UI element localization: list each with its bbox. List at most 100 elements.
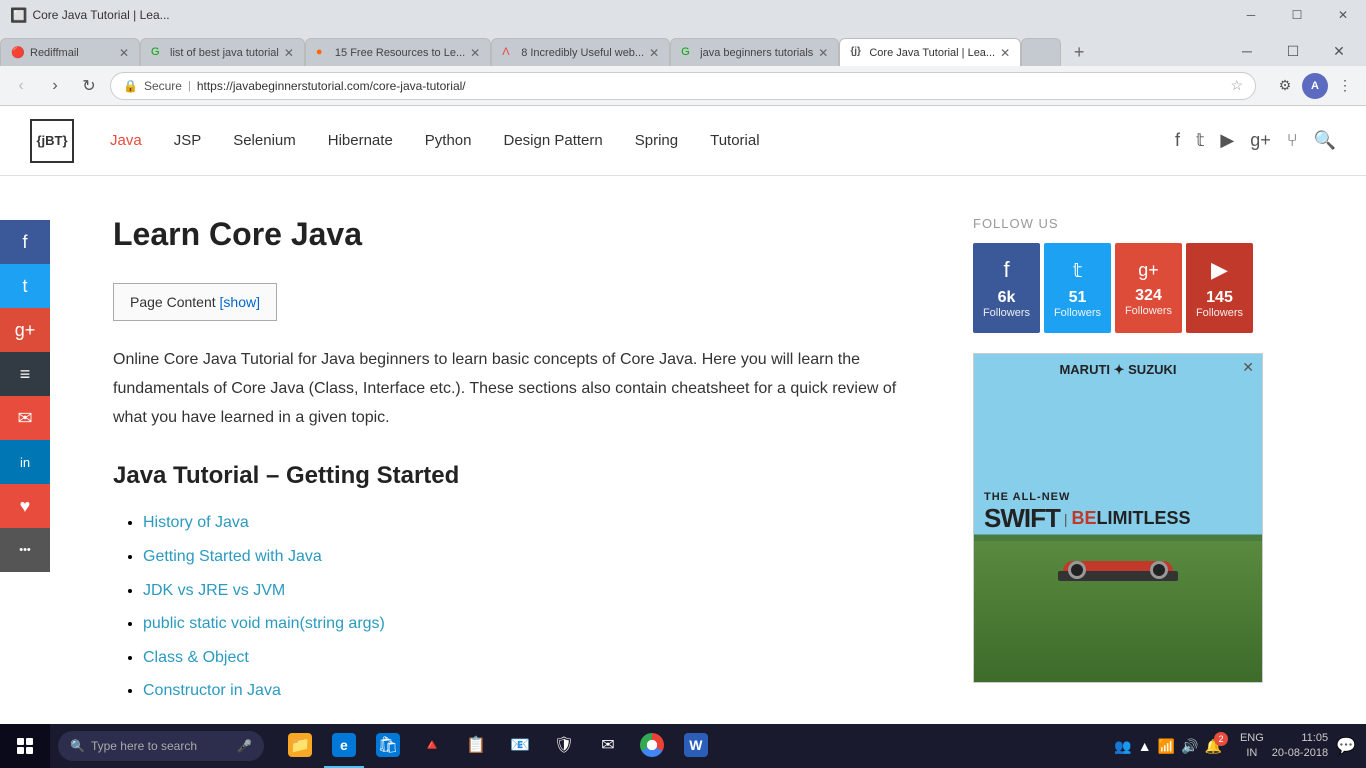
taskbar-time-display[interactable]: ENG IN 11:05 20-08-2018 💬 bbox=[1230, 731, 1366, 762]
microphone-icon[interactable]: 🎤 bbox=[237, 739, 252, 753]
site-header: {jBT} Java JSP Selenium Hibernate Python… bbox=[0, 106, 1366, 176]
link-history-java[interactable]: History of Java bbox=[143, 514, 249, 531]
social-facebook-btn[interactable]: f bbox=[0, 220, 50, 264]
tab-java-beginners[interactable]: G java beginners tutorials ✕ bbox=[670, 38, 839, 66]
refresh-button[interactable]: ↻ bbox=[76, 73, 102, 99]
notification-bell[interactable]: 🔔 2 bbox=[1205, 738, 1222, 755]
content-area: Learn Core Java Page Content [show] Onli… bbox=[113, 216, 933, 724]
url-text[interactable]: https://javabeginnerstutorial.com/core-j… bbox=[197, 79, 1225, 93]
social-mail-btn[interactable]: ✉ bbox=[0, 396, 50, 440]
header-github-icon[interactable]: ⑂ bbox=[1287, 130, 1298, 151]
tab-close-java-list[interactable]: ✕ bbox=[284, 46, 294, 60]
ad-box[interactable]: MARUTI ✦ SUZUKI ✕ THE ALL-NEW SWIFT | BE… bbox=[973, 353, 1263, 683]
address-box[interactable]: 🔒 Secure | https://javabeginnerstutorial… bbox=[110, 72, 1256, 100]
bookmark-icon[interactable]: ☆ bbox=[1230, 77, 1243, 94]
new-tab-button[interactable]: + bbox=[1065, 38, 1093, 66]
taskbar-app-word[interactable]: W bbox=[676, 724, 716, 768]
people-icon[interactable]: 👥 bbox=[1114, 738, 1131, 755]
ad-close-icon[interactable]: ✕ bbox=[1242, 359, 1254, 376]
tab-java-list[interactable]: G list of best java tutorial ✕ bbox=[140, 38, 305, 66]
taskbar-app-office[interactable]: 📋 bbox=[456, 724, 496, 768]
taskbar-system-icons: 👥 ▲ 📶 🔊 🔔 2 bbox=[1106, 738, 1230, 755]
maximize-button[interactable]: ☐ bbox=[1274, 0, 1320, 30]
up-arrow-icon[interactable]: ▲ bbox=[1138, 738, 1152, 754]
browser-maximize[interactable]: ☐ bbox=[1270, 36, 1316, 66]
follow-card-facebook[interactable]: f 6k Followers bbox=[973, 243, 1040, 333]
close-button[interactable]: ✕ bbox=[1320, 0, 1366, 30]
social-follow-grid: f 6k Followers 𝕥 51 Followers g+ 324 Fol… bbox=[973, 243, 1253, 333]
profile-button[interactable]: A bbox=[1302, 73, 1328, 99]
menu-button[interactable]: ⋮ bbox=[1332, 73, 1358, 99]
nav-tutorial[interactable]: Tutorial bbox=[694, 106, 775, 176]
link-getting-started[interactable]: Getting Started with Java bbox=[143, 548, 322, 565]
nav-java[interactable]: Java bbox=[94, 106, 158, 176]
extensions-button[interactable]: ⚙ bbox=[1272, 73, 1298, 99]
nav-spring[interactable]: Spring bbox=[619, 106, 694, 176]
social-googleplus-btn[interactable]: g+ bbox=[0, 308, 50, 352]
start-button[interactable] bbox=[0, 724, 50, 768]
mail-icon: ✉ bbox=[596, 733, 620, 757]
header-search-icon[interactable]: 🔍 bbox=[1314, 130, 1336, 151]
nav-hibernate[interactable]: Hibernate bbox=[312, 106, 409, 176]
notification-count: 2 bbox=[1214, 732, 1228, 746]
minimize-button[interactable]: ─ bbox=[1228, 0, 1274, 30]
link-class-object[interactable]: Class & Object bbox=[143, 649, 249, 666]
social-buffer-btn[interactable]: ≡ bbox=[0, 352, 50, 396]
forward-button[interactable]: › bbox=[42, 73, 68, 99]
tab-favicon-core-java: {j} bbox=[850, 46, 864, 60]
social-more-btn[interactable]: ••• bbox=[0, 528, 50, 572]
header-googleplus-icon[interactable]: g+ bbox=[1250, 130, 1271, 151]
nav-python[interactable]: Python bbox=[409, 106, 488, 176]
tab-close-rediffmail[interactable]: ✕ bbox=[119, 46, 129, 60]
taskbar-search-input[interactable] bbox=[91, 739, 231, 753]
browser-actions: ⚙ A ⋮ bbox=[1272, 73, 1358, 99]
taskbar-search[interactable]: 🔍 🎤 bbox=[58, 731, 264, 761]
taskbar-app-edge[interactable]: e bbox=[324, 724, 364, 768]
taskbar-app-chrome[interactable]: ● bbox=[632, 724, 672, 768]
browser-close[interactable]: ✕ bbox=[1316, 36, 1362, 66]
follow-card-twitter[interactable]: 𝕥 51 Followers bbox=[1044, 243, 1111, 333]
link-jdk-jre-jvm[interactable]: JDK vs JRE vs JVM bbox=[143, 582, 285, 599]
taskbar-app-store[interactable]: 🛍 bbox=[368, 724, 408, 768]
taskbar-app-file-explorer[interactable]: 📁 bbox=[280, 724, 320, 768]
action-center-icon[interactable]: 💬 bbox=[1336, 736, 1356, 756]
tab-close-java-beginners[interactable]: ✕ bbox=[818, 46, 828, 60]
header-facebook-icon[interactable]: f bbox=[1175, 130, 1180, 151]
nav-design-pattern[interactable]: Design Pattern bbox=[488, 106, 619, 176]
link-constructor[interactable]: Constructor in Java bbox=[143, 682, 281, 699]
header-youtube-icon[interactable]: ▶ bbox=[1220, 130, 1234, 151]
tab-close-15-free[interactable]: ✕ bbox=[470, 46, 480, 60]
link-psvm[interactable]: public static void main(string args) bbox=[143, 615, 385, 632]
tab-title-rediffmail: Rediffmail bbox=[30, 47, 114, 59]
follow-card-youtube[interactable]: ▶ 145 Followers bbox=[1186, 243, 1253, 333]
tab-favicon-java-list: G bbox=[151, 46, 165, 60]
tab-core-java[interactable]: {j} Core Java Tutorial | Lea... ✕ bbox=[839, 38, 1021, 66]
taskbar-app-malware[interactable]: 🛡 bbox=[544, 724, 584, 768]
social-twitter-btn[interactable]: t bbox=[0, 264, 50, 308]
window-controls[interactable]: ─ ☐ ✕ bbox=[1228, 0, 1366, 30]
social-linkedin-btn[interactable]: in bbox=[0, 440, 50, 484]
header-twitter-icon[interactable]: 𝕥 bbox=[1196, 130, 1204, 151]
tab-15-free[interactable]: ● 15 Free Resources to Le... ✕ bbox=[305, 38, 491, 66]
taskbar-app-vlc[interactable]: 🔺 bbox=[412, 724, 452, 768]
nav-selenium[interactable]: Selenium bbox=[217, 106, 312, 176]
sound-icon[interactable]: 🔊 bbox=[1181, 738, 1198, 755]
toc-show-link[interactable]: [show] bbox=[220, 294, 260, 310]
facebook-icon: f bbox=[1003, 257, 1009, 283]
tab-title-15-free: 15 Free Resources to Le... bbox=[335, 47, 465, 59]
tab-close-core-java[interactable]: ✕ bbox=[1000, 46, 1010, 60]
nav-jsp[interactable]: JSP bbox=[158, 106, 218, 176]
back-button[interactable]: ‹ bbox=[8, 73, 34, 99]
tab-8-useful[interactable]: Λ 8 Incredibly Useful web... ✕ bbox=[491, 38, 670, 66]
browser-minimize[interactable]: ─ bbox=[1224, 36, 1270, 66]
youtube-count: 145 bbox=[1206, 289, 1233, 307]
follow-card-googleplus[interactable]: g+ 324 Followers bbox=[1115, 243, 1182, 333]
social-heart-btn[interactable]: ♥ bbox=[0, 484, 50, 528]
tab-rediffmail[interactable]: 🔴 Rediffmail ✕ bbox=[0, 38, 140, 66]
taskbar-app-mail[interactable]: ✉ bbox=[588, 724, 628, 768]
tab-empty[interactable] bbox=[1021, 38, 1061, 66]
taskbar-app-outlook[interactable]: 📧 bbox=[500, 724, 540, 768]
network-icon[interactable]: 📶 bbox=[1158, 738, 1175, 755]
tab-close-8-useful[interactable]: ✕ bbox=[649, 46, 659, 60]
site-logo[interactable]: {jBT} bbox=[30, 119, 74, 163]
